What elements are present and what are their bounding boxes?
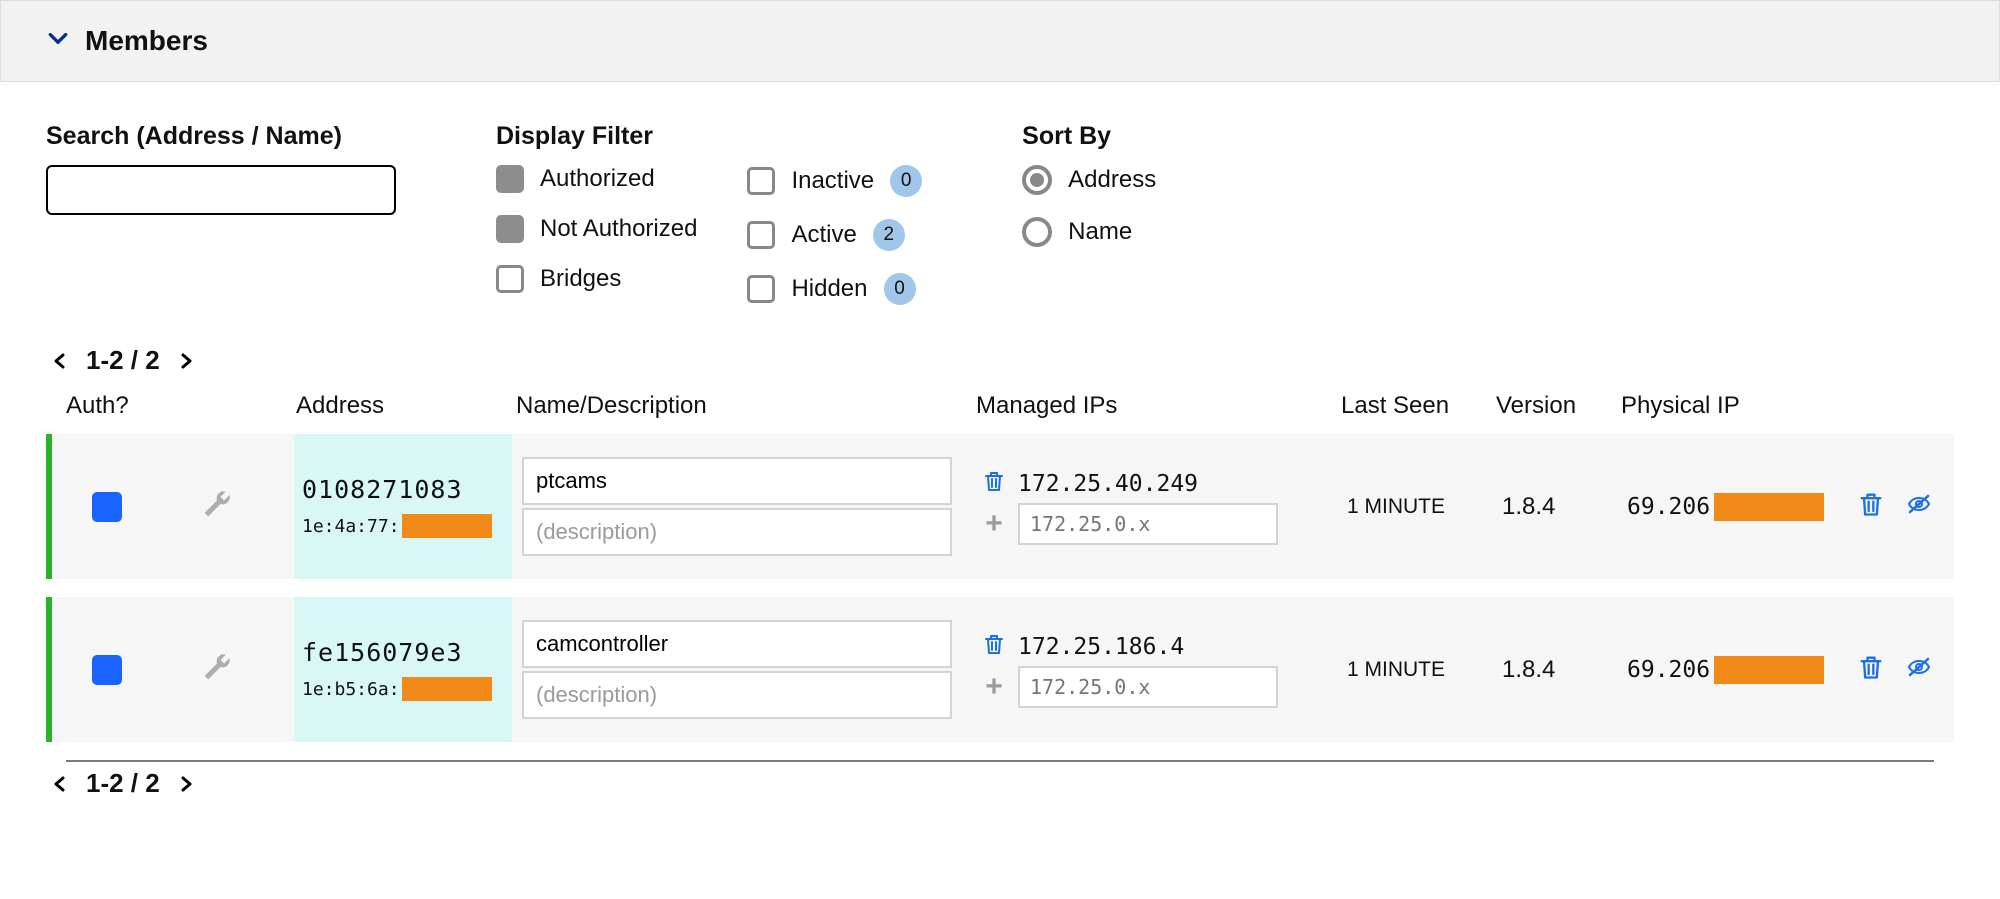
managed-ip: 172.25.186.4 xyxy=(1018,634,1184,660)
filter-active-label: Active xyxy=(791,221,856,249)
redacted-block xyxy=(1714,656,1824,684)
hidden-count-badge: 0 xyxy=(884,273,916,305)
sort-name-label: Name xyxy=(1068,218,1132,246)
display-filter-section: Display Filter Authorized Not Authorized… xyxy=(496,122,922,305)
trash-icon[interactable] xyxy=(982,632,1006,662)
member-name-input[interactable] xyxy=(522,620,952,668)
members-panel-header[interactable]: Members xyxy=(0,0,2000,82)
delete-member-icon[interactable] xyxy=(1857,490,1885,523)
wrench-icon[interactable] xyxy=(202,652,302,687)
chevron-down-icon xyxy=(47,25,69,57)
filter-active-checkbox[interactable] xyxy=(747,221,775,249)
pager-next-icon[interactable] xyxy=(178,345,194,376)
physical-ip-prefix: 69.206 xyxy=(1627,657,1710,683)
filter-authorized-checkbox[interactable] xyxy=(496,165,524,193)
redacted-block xyxy=(1714,493,1824,521)
filter-not-authorized-label: Not Authorized xyxy=(540,215,697,243)
filter-bridges-checkbox[interactable] xyxy=(496,265,524,293)
col-managed-ips: Managed IPs xyxy=(976,392,1341,420)
plus-icon[interactable]: + xyxy=(982,507,1006,541)
member-description-input[interactable] xyxy=(522,671,952,719)
pager-prev-icon[interactable] xyxy=(52,768,68,799)
inactive-count-badge: 0 xyxy=(890,165,922,197)
col-auth: Auth? xyxy=(66,392,196,420)
hide-member-icon[interactable] xyxy=(1905,490,1933,523)
filter-authorized-label: Authorized xyxy=(540,165,655,193)
managed-ip: 172.25.40.249 xyxy=(1018,471,1198,497)
member-row: 0108271083 1e:4a:77: 172.25.40.249 + 1 M… xyxy=(46,434,1954,579)
pager-next-icon[interactable] xyxy=(178,768,194,799)
redacted-block xyxy=(402,514,492,538)
member-description-input[interactable] xyxy=(522,508,952,556)
pager-top: 1-2 / 2 xyxy=(46,345,1954,376)
filter-not-authorized-checkbox[interactable] xyxy=(496,215,524,243)
sort-address-option[interactable]: Address xyxy=(1022,165,1156,195)
filter-hidden-label: Hidden xyxy=(791,275,867,303)
member-address[interactable]: fe156079e3 xyxy=(302,638,504,667)
member-mac-prefix: 1e:b5:6a: xyxy=(302,679,400,700)
add-ip-input[interactable] xyxy=(1018,666,1278,708)
trash-icon[interactable] xyxy=(982,469,1006,499)
panel-title: Members xyxy=(85,25,208,57)
search-input[interactable] xyxy=(46,165,396,215)
version-value: 1.8.4 xyxy=(1502,493,1627,521)
last-seen-value: 1 MINUTE xyxy=(1347,495,1502,519)
plus-icon[interactable]: + xyxy=(982,670,1006,704)
sort-section: Sort By Address Name xyxy=(1022,122,1156,247)
filter-inactive-label: Inactive xyxy=(791,167,874,195)
display-filter-label: Display Filter xyxy=(496,122,922,151)
add-ip-input[interactable] xyxy=(1018,503,1278,545)
address-cell: 0108271083 1e:4a:77: xyxy=(294,434,512,579)
pager-bottom: 1-2 / 2 xyxy=(46,768,1954,799)
version-value: 1.8.4 xyxy=(1502,656,1627,684)
filter-hidden-checkbox[interactable] xyxy=(747,275,775,303)
sort-name-radio[interactable] xyxy=(1022,217,1052,247)
col-physical-ip: Physical IP xyxy=(1621,392,1851,420)
col-last-seen: Last Seen xyxy=(1341,392,1496,420)
member-address[interactable]: 0108271083 xyxy=(302,475,504,504)
filter-bridges-label: Bridges xyxy=(540,265,621,293)
pager-range: 1-2 / 2 xyxy=(86,768,160,799)
member-mac-prefix: 1e:4a:77: xyxy=(302,516,400,537)
member-name-input[interactable] xyxy=(522,457,952,505)
pager-prev-icon[interactable] xyxy=(52,345,68,376)
pager-range: 1-2 / 2 xyxy=(86,345,160,376)
last-seen-value: 1 MINUTE xyxy=(1347,658,1502,682)
members-table-header: Auth? Address Name/Description Managed I… xyxy=(46,384,1954,434)
sort-label: Sort By xyxy=(1022,122,1156,151)
col-name: Name/Description xyxy=(516,392,976,420)
sort-name-option[interactable]: Name xyxy=(1022,217,1156,247)
search-section: Search (Address / Name) xyxy=(46,122,396,215)
search-label: Search (Address / Name) xyxy=(46,122,396,151)
auth-checkbox[interactable] xyxy=(92,492,122,522)
sort-address-radio[interactable] xyxy=(1022,165,1052,195)
col-address: Address xyxy=(296,392,516,420)
col-version: Version xyxy=(1496,392,1621,420)
filter-inactive-checkbox[interactable] xyxy=(747,167,775,195)
auth-checkbox[interactable] xyxy=(92,655,122,685)
physical-ip-prefix: 69.206 xyxy=(1627,494,1710,520)
sort-address-label: Address xyxy=(1068,166,1156,194)
delete-member-icon[interactable] xyxy=(1857,653,1885,686)
member-row: fe156079e3 1e:b5:6a: 172.25.186.4 + 1 MI… xyxy=(46,597,1954,742)
controls-bar: Search (Address / Name) Display Filter A… xyxy=(46,122,1954,305)
hide-member-icon[interactable] xyxy=(1905,653,1933,686)
address-cell: fe156079e3 1e:b5:6a: xyxy=(294,597,512,742)
table-divider xyxy=(66,760,1934,762)
wrench-icon[interactable] xyxy=(202,489,302,524)
active-count-badge: 2 xyxy=(873,219,905,251)
redacted-block xyxy=(402,677,492,701)
